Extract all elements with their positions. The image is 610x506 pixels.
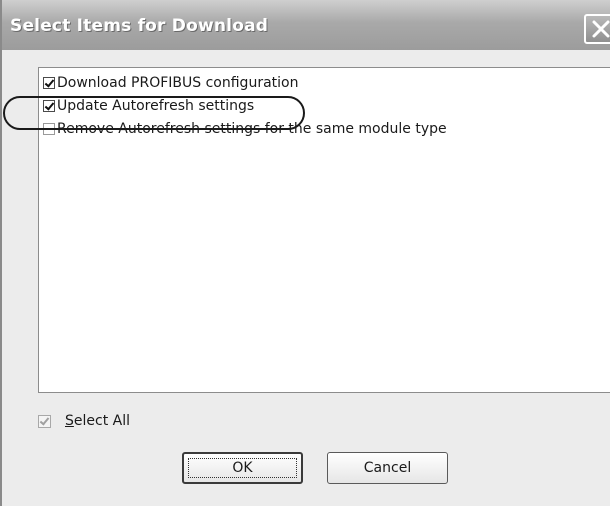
close-icon [592, 20, 610, 38]
cancel-button[interactable]: Cancel [327, 452, 448, 484]
checkbox[interactable] [43, 123, 55, 135]
list-item-label: Remove Autorefresh settings for the same… [57, 121, 447, 137]
list-item-download-profibus[interactable]: Download PROFIBUS configuration [43, 73, 298, 93]
list-item-update-autorefresh[interactable]: Update Autorefresh settings [43, 96, 254, 116]
close-button[interactable] [584, 14, 610, 44]
checkbox[interactable] [43, 77, 55, 89]
list-item-remove-autorefresh[interactable]: Remove Autorefresh settings for the same… [43, 119, 447, 139]
list-item-label: Download PROFIBUS configuration [57, 75, 299, 91]
ok-button[interactable]: OK [182, 452, 303, 484]
select-all-label: Select All [65, 413, 130, 429]
focus-rect [188, 458, 297, 478]
cancel-button-label: Cancel [363, 460, 412, 476]
checkbox [38, 414, 51, 428]
select-all-checkbox: Select All [38, 413, 130, 429]
select-all-rest: elect All [73, 413, 130, 429]
select-all-accel: S [65, 413, 74, 429]
checkbox[interactable] [43, 100, 55, 112]
dialog-window: Select Items for Download Download PROFI… [0, 0, 610, 506]
list-item-label: Update Autorefresh settings [57, 98, 255, 114]
window-title: Select Items for Download [10, 16, 269, 36]
title-bar[interactable]: Select Items for Download [2, 0, 610, 50]
download-items-list[interactable]: Download PROFIBUS configuration Update A… [38, 67, 610, 393]
